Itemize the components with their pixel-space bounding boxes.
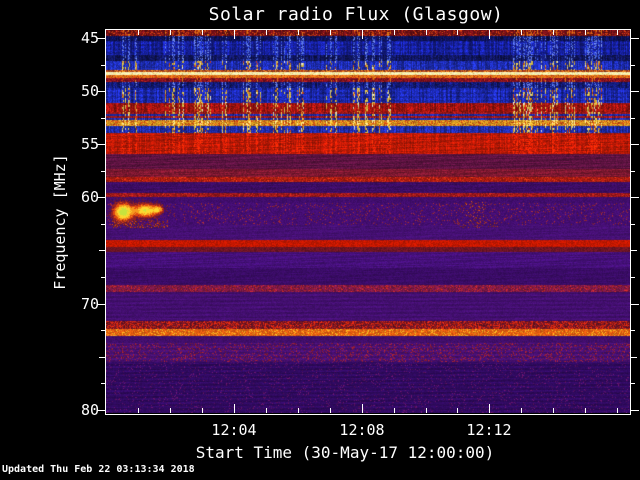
- axis-tick: [266, 408, 267, 413]
- axis-tick: [101, 65, 105, 66]
- axis-tick: [101, 277, 105, 278]
- axis-tick: [631, 171, 635, 172]
- axis-tick: [631, 65, 635, 66]
- axis-tick: [101, 118, 105, 119]
- axis-tick: [362, 404, 363, 413]
- x-tick-label: 12:08: [339, 421, 385, 439]
- y-tick-label: 80: [80, 401, 99, 419]
- axis-tick: [330, 30, 331, 35]
- axis-tick: [585, 30, 586, 35]
- axis-tick: [394, 30, 395, 35]
- axis-tick: [631, 277, 635, 278]
- axis-tick: [394, 408, 395, 413]
- axis-tick: [202, 30, 203, 35]
- axis-tick: [489, 30, 490, 39]
- axis-tick: [202, 408, 203, 413]
- spectrogram-canvas: [106, 30, 630, 413]
- axis-tick: [631, 224, 635, 225]
- axis-tick: [101, 383, 105, 384]
- axis-tick: [521, 408, 522, 413]
- axis-tick: [631, 383, 635, 384]
- spectrogram-figure: 45 50 55 60 70 80 12:04 12:08 12:12 Solar radio …: [0, 0, 640, 480]
- axis-tick: [138, 30, 139, 35]
- axis-tick: [617, 30, 618, 35]
- updated-timestamp: Updated Thu Feb 22 03:13:34 2018: [2, 464, 195, 475]
- axis-tick: [521, 30, 522, 35]
- axis-tick: [631, 330, 635, 331]
- axis-tick: [489, 404, 490, 413]
- axis-tick: [234, 404, 235, 413]
- axis-tick: [426, 30, 427, 35]
- axis-tick: [266, 30, 267, 35]
- axis-tick: [99, 357, 105, 358]
- axis-tick: [553, 30, 554, 35]
- y-axis-label: Frequency [MHz]: [51, 154, 69, 290]
- axis-tick: [457, 408, 458, 413]
- axis-tick: [99, 250, 105, 251]
- axis-tick: [631, 410, 639, 411]
- axis-tick: [631, 144, 639, 145]
- axis-tick: [101, 171, 105, 172]
- axis-tick: [631, 250, 637, 251]
- axis-tick: [585, 408, 586, 413]
- axis-tick: [631, 304, 639, 305]
- axis-tick: [362, 30, 363, 39]
- axis-tick: [170, 30, 171, 35]
- x-tick-label: 12:12: [466, 421, 512, 439]
- chart-title: Solar radio Flux (Glasgow): [208, 4, 504, 25]
- x-axis-label: Start Time (30-May-17 12:00:00): [195, 443, 495, 462]
- axis-tick: [330, 408, 331, 413]
- axis-tick: [234, 30, 235, 39]
- axis-tick: [426, 408, 427, 413]
- axis-tick: [631, 357, 637, 358]
- axis-tick: [631, 91, 639, 92]
- axis-tick: [617, 408, 618, 413]
- axis-tick: [170, 408, 171, 413]
- y-tick-label: 50: [80, 82, 99, 100]
- axis-tick: [101, 224, 105, 225]
- axis-tick: [298, 30, 299, 35]
- axis-tick: [631, 118, 635, 119]
- x-tick-label: 12:04: [211, 421, 257, 439]
- axis-tick: [457, 30, 458, 35]
- axis-tick: [631, 38, 639, 39]
- axis-tick: [553, 408, 554, 413]
- axis-tick: [101, 330, 105, 331]
- y-tick-label: 45: [80, 29, 99, 47]
- axis-tick: [631, 197, 639, 198]
- axis-tick: [298, 408, 299, 413]
- axis-tick: [138, 408, 139, 413]
